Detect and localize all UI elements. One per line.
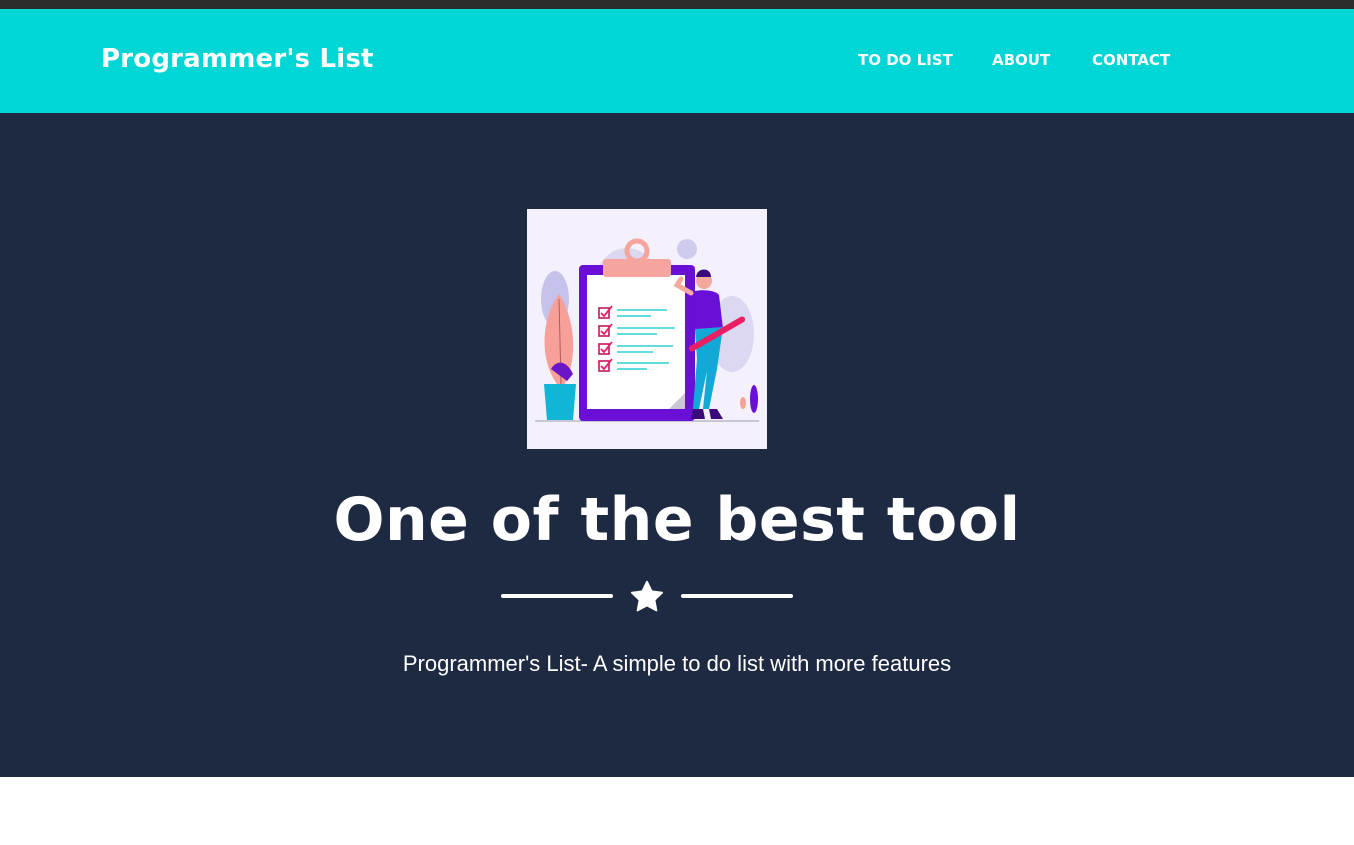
todo-illustration — [527, 209, 767, 449]
hero-section: One of the best tool Programmer's List- … — [0, 113, 1354, 777]
top-strip — [0, 0, 1354, 9]
navbar: Programmer's List TO DO LIST ABOUT CONTA… — [0, 9, 1354, 113]
brand-link[interactable]: Programmer's List — [101, 44, 374, 74]
clipboard-illustration-icon — [535, 238, 759, 422]
divider-line-right — [681, 594, 793, 598]
star-icon — [630, 580, 664, 612]
divider-line-left — [501, 594, 613, 598]
nav-link-todo-list[interactable]: TO DO LIST — [858, 51, 953, 69]
nav-link-contact[interactable]: CONTACT — [1092, 51, 1170, 69]
hero-subtitle: Programmer's List- A simple to do list w… — [402, 651, 952, 676]
nav-link-about[interactable]: ABOUT — [992, 51, 1050, 69]
hero-title: One of the best tool — [333, 485, 1021, 555]
